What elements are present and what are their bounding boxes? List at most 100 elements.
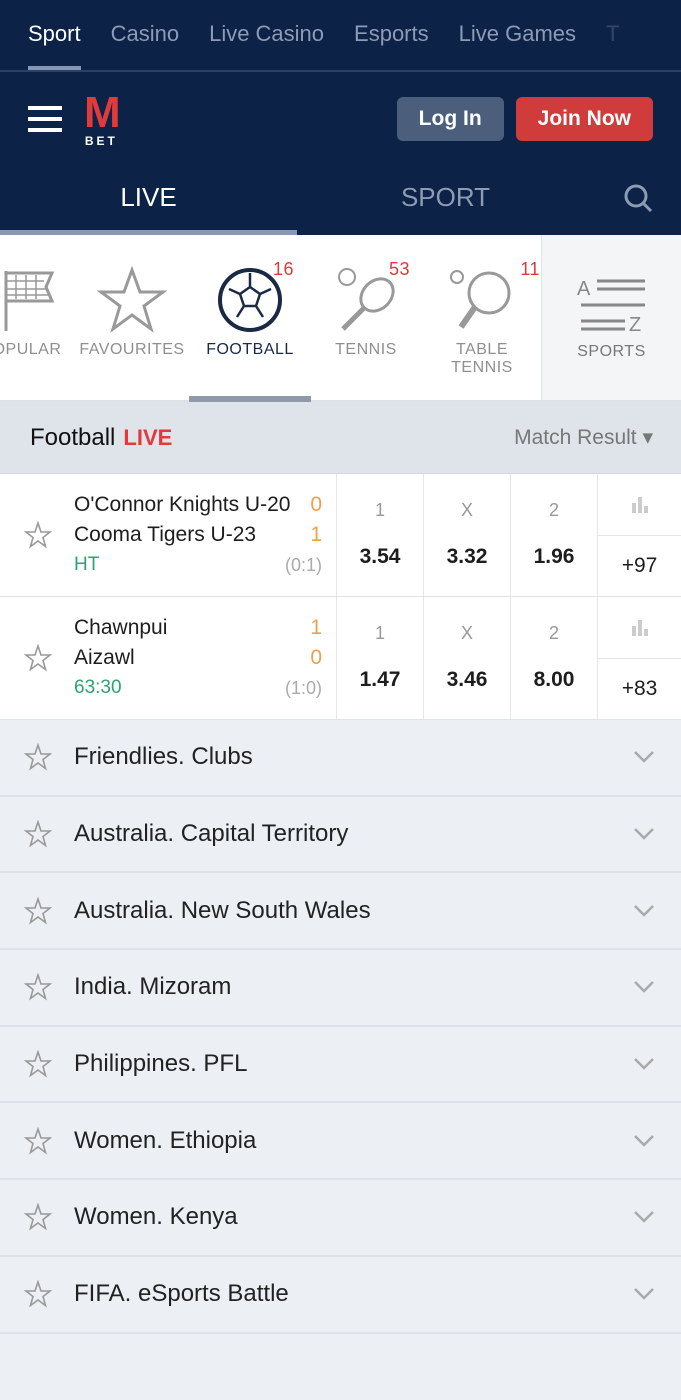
nav-more[interactable]: T: [606, 0, 619, 70]
away-score: 0: [310, 646, 322, 669]
sport-popular[interactable]: OPULAR: [0, 235, 72, 400]
sport-label: TABLE TENNIS: [451, 341, 513, 376]
favourite-star-icon[interactable]: [24, 973, 52, 1001]
odds-button[interactable]: 2 1.96: [511, 474, 598, 596]
nav-live-casino[interactable]: Live Casino: [209, 0, 324, 70]
half-time-score: (0:1): [284, 555, 322, 575]
favourite-star-icon[interactable]: [24, 1203, 52, 1231]
favourite-star-icon[interactable]: [24, 743, 52, 771]
favourite-star-icon[interactable]: [24, 1050, 52, 1078]
az-list-icon: AZ: [577, 278, 645, 335]
sport-label: FAVOURITES: [79, 341, 185, 358]
league-name: Friendlies. Clubs: [74, 743, 253, 771]
sport-table-tennis[interactable]: 11 TABLE TENNIS: [424, 235, 540, 400]
nav-esports[interactable]: Esports: [354, 0, 429, 70]
chevron-down-icon[interactable]: [633, 1134, 655, 1148]
league-item[interactable]: India. Mizoram: [0, 950, 681, 1027]
nav-casino[interactable]: Casino: [111, 0, 179, 70]
league-item[interactable]: Women. Ethiopia: [0, 1103, 681, 1181]
home-score: 1: [310, 616, 322, 639]
league-name: Philippines. PFL: [74, 1050, 248, 1078]
stats-icon[interactable]: [598, 597, 681, 659]
stats-icon[interactable]: [598, 474, 681, 536]
market-dropdown[interactable]: Match Result ▾: [514, 425, 653, 450]
outcome-label: 1: [374, 500, 385, 520]
more-markets-button[interactable]: +97: [598, 536, 681, 596]
favourite-star-icon[interactable]: [24, 1126, 52, 1155]
odds-button[interactable]: 2 8.00: [511, 597, 598, 719]
live-count-badge: 53: [388, 259, 410, 279]
odds-button[interactable]: 1 1.47: [337, 597, 424, 719]
sport-football[interactable]: 16 FOOTBALL: [189, 235, 311, 402]
away-score: 1: [310, 523, 322, 546]
match-row[interactable]: Chawnpui 1 Aizawl 0 63:30 (1:0) 1 1.47 X 3.46 2…: [0, 597, 681, 720]
league-item[interactable]: Philippines. PFL: [0, 1027, 681, 1104]
table-tennis-icon: [450, 270, 511, 329]
favourite-star-icon[interactable]: [24, 896, 52, 925]
live-sport-tabs: LIVE SPORT: [0, 165, 681, 235]
tab-sport[interactable]: SPORT: [297, 165, 594, 235]
outcome-label: 2: [548, 500, 559, 520]
league-list: Friendlies. Clubs Australia. Capital Terr…: [0, 720, 681, 1334]
outcome-label: X: [460, 623, 473, 643]
all-sports-az-button[interactable]: AZ SPORTS: [541, 235, 681, 400]
favourite-star-icon[interactable]: [24, 820, 52, 848]
join-now-button[interactable]: Join Now: [515, 96, 653, 141]
half-time-score: (1:0): [284, 678, 322, 698]
home-team: O'Connor Knights U-20: [74, 493, 291, 516]
league-name: FIFA. eSports Battle: [74, 1280, 289, 1308]
odds-value: 3.54: [359, 545, 401, 568]
more-markets-button[interactable]: +83: [598, 659, 681, 719]
sport-label: TENNIS: [335, 341, 397, 358]
sport-label: FOOTBALL: [206, 341, 294, 358]
odds-value: 8.00: [533, 668, 575, 691]
favourite-star-icon[interactable]: [24, 644, 52, 672]
league-item[interactable]: Australia. Capital Territory: [0, 797, 681, 874]
league-item[interactable]: Women. Kenya: [0, 1180, 681, 1257]
chevron-down-icon[interactable]: [633, 1287, 655, 1301]
chevron-down-icon[interactable]: [633, 1057, 655, 1071]
search-icon[interactable]: [623, 183, 653, 213]
league-item[interactable]: Friendlies. Clubs: [0, 720, 681, 797]
sport-favourites[interactable]: FAVOURITES: [72, 235, 192, 400]
star-icon: [97, 265, 167, 333]
home-score: 0: [310, 493, 322, 516]
match-row[interactable]: O'Connor Knights U-20 0 Cooma Tigers U-23…: [0, 474, 681, 597]
odds-button[interactable]: X 3.46: [424, 597, 511, 719]
menu-icon[interactable]: [28, 105, 62, 132]
header: M BET Log In Join Now: [0, 72, 681, 165]
section-header: Football LIVE Match Result ▾: [0, 402, 681, 474]
logo-bet: BET: [84, 133, 118, 148]
live-label: LIVE: [123, 424, 173, 450]
login-button[interactable]: Log In: [396, 96, 504, 141]
match-status: HT: [74, 554, 100, 575]
chevron-down-icon[interactable]: [633, 980, 655, 994]
odds-value: 3.32: [446, 545, 488, 568]
logo[interactable]: M BET: [84, 90, 121, 148]
chevron-down-icon[interactable]: [633, 750, 655, 764]
match-status: 63:30: [74, 677, 122, 698]
league-name: Australia. Capital Territory: [74, 820, 349, 848]
product-nav: Sport Casino Live Casino Esports Live Ga…: [0, 0, 681, 72]
match-list: O'Connor Knights U-20 0 Cooma Tigers U-23…: [0, 474, 681, 720]
az-z: Z: [629, 314, 642, 335]
tab-live[interactable]: LIVE: [0, 165, 297, 235]
odds-button[interactable]: X 3.32: [424, 474, 511, 596]
section-title: Football: [30, 423, 116, 451]
league-item[interactable]: FIFA. eSports Battle: [0, 1257, 681, 1334]
league-name: Women. Ethiopia: [74, 1126, 257, 1154]
nav-sport[interactable]: Sport: [28, 0, 81, 70]
favourite-star-icon[interactable]: [24, 521, 52, 549]
flag-icon: [4, 271, 55, 331]
chevron-down-icon[interactable]: [633, 904, 655, 918]
sport-tennis[interactable]: 53 TENNIS: [308, 235, 424, 400]
odds-button[interactable]: 1 3.54: [337, 474, 424, 596]
outcome-label: 2: [548, 623, 559, 643]
favourite-star-icon[interactable]: [24, 1280, 52, 1308]
chevron-down-icon[interactable]: [633, 827, 655, 841]
nav-live-games[interactable]: Live Games: [459, 0, 576, 70]
live-count-badge: 11: [520, 259, 540, 279]
sports-carousel: OPULAR FAVOURITES 16 FOOTBALL 53 TENNIS …: [0, 235, 681, 402]
league-item[interactable]: Australia. New South Wales: [0, 873, 681, 951]
chevron-down-icon[interactable]: [633, 1210, 655, 1224]
